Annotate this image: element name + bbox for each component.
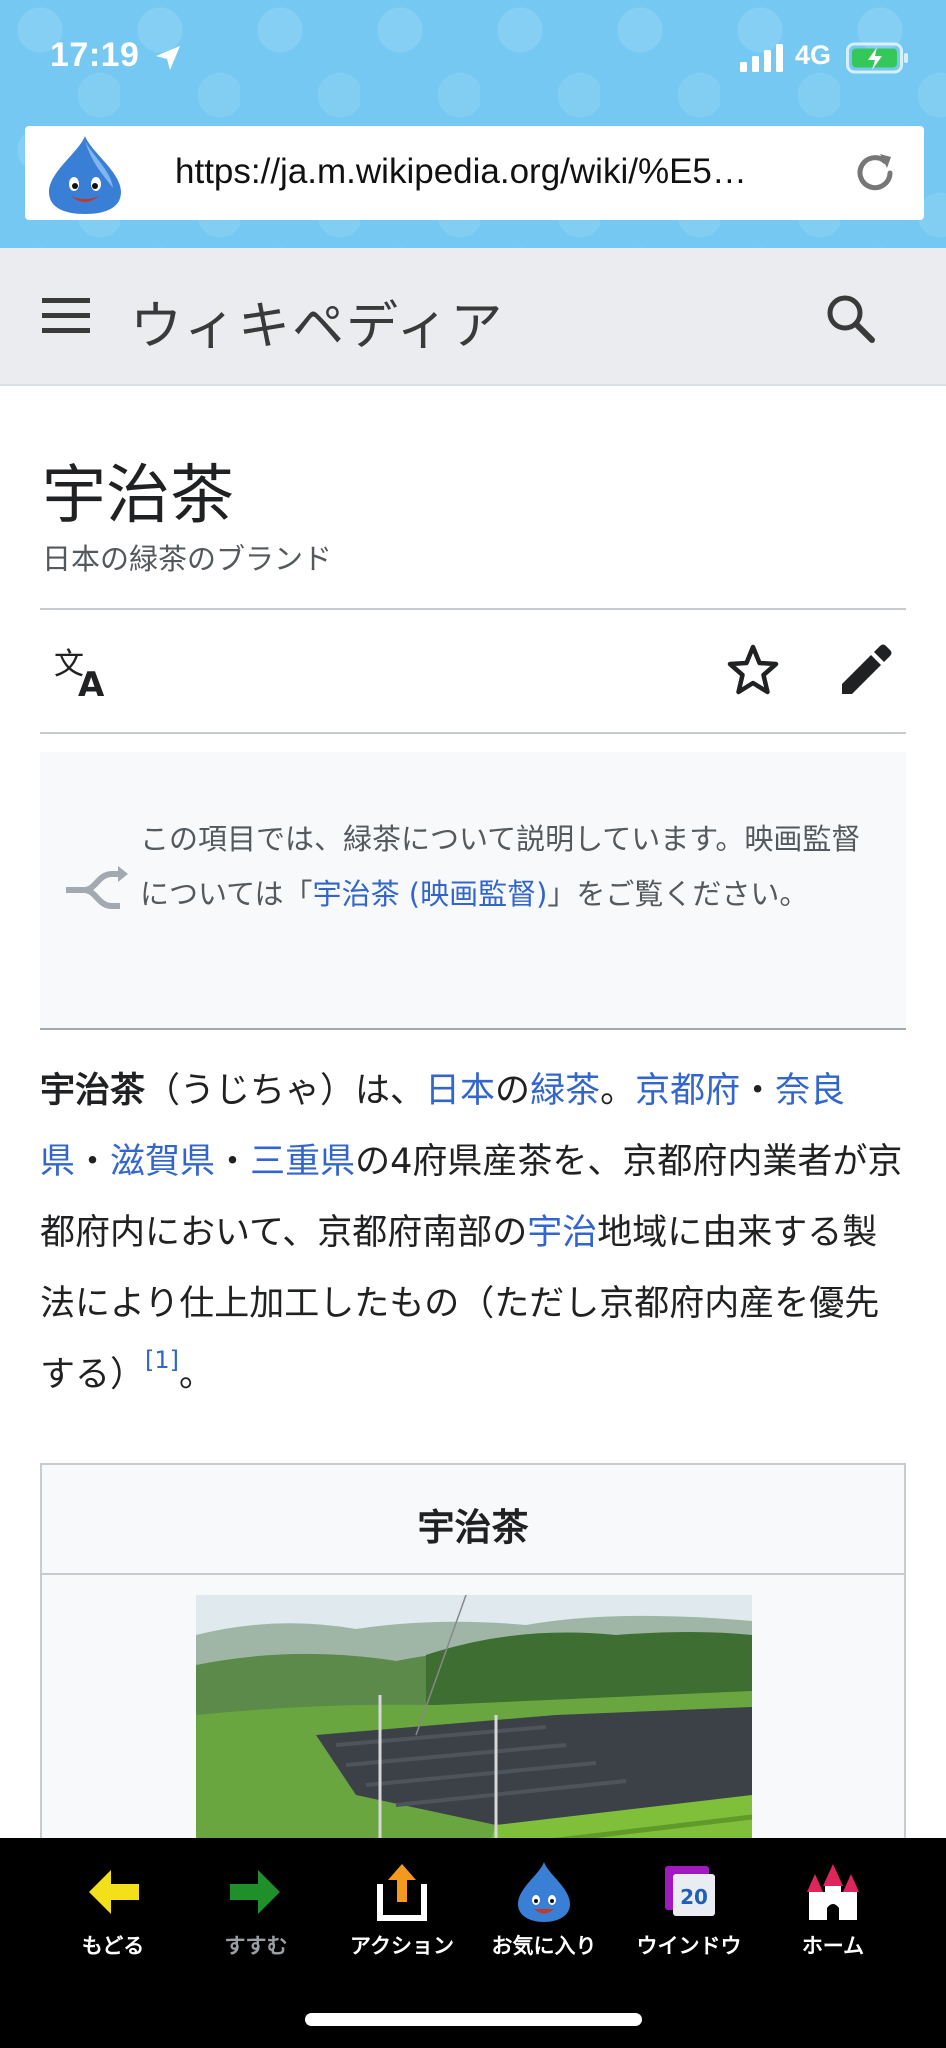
lead-text: 。 — [179, 1355, 215, 1395]
slime-favorites-icon — [518, 1862, 570, 1922]
wikipedia-logo[interactable]: ウィキペディア — [130, 284, 504, 359]
wiki-header: ウィキペディア — [0, 248, 946, 386]
divider — [40, 608, 906, 610]
browser-top-chrome: 17:19 4G https://ja.m.wikipedia.org/wiki… — [0, 0, 946, 248]
link-shiga[interactable]: 滋賀県 — [110, 1142, 215, 1182]
page-title: 宇治茶 — [42, 459, 234, 533]
windows-icon: 20 — [665, 1866, 715, 1916]
home-button[interactable]: ホーム — [763, 1860, 903, 1980]
favorites-button[interactable]: お気に入り — [474, 1860, 614, 1980]
castle-home-icon — [807, 1864, 859, 1920]
page-subtitle: 日本の緑茶のブランド — [42, 542, 333, 576]
watch-star-icon[interactable] — [724, 642, 782, 700]
status-bar: 17:19 4G — [0, 0, 946, 120]
lead-text: ・ — [740, 1071, 776, 1111]
signal-strength-icon — [740, 44, 783, 72]
battery-charging-icon — [846, 42, 908, 74]
url-text[interactable]: https://ja.m.wikipedia.org/wiki/%E5… — [175, 152, 845, 192]
lead-text: ・ — [75, 1142, 111, 1182]
search-icon[interactable] — [822, 290, 878, 346]
hatnote-text: この項目では、緑茶について説明しています。映画監督については「宇治茶 (映画監督… — [140, 812, 880, 922]
edit-pencil-icon[interactable] — [836, 642, 894, 700]
home-indicator[interactable] — [305, 2013, 642, 2026]
forward-button[interactable]: すすむ — [186, 1860, 326, 1980]
hatnote-link[interactable]: 宇治茶 (映画監督) — [313, 877, 548, 911]
network-type: 4G — [795, 40, 832, 70]
lead-paragraph: 宇治茶（うじちゃ）は、日本の緑茶。京都府・奈良県・滋賀県・三重県の4府県産茶を、… — [40, 1056, 910, 1411]
action-button[interactable]: アクション — [332, 1860, 472, 1980]
slime-bookmark-icon[interactable] — [41, 132, 129, 216]
language-icon[interactable]: 文 A — [52, 644, 112, 700]
link-ryokucha[interactable]: 緑茶 — [530, 1071, 600, 1111]
home-label: ホーム — [801, 1934, 865, 1958]
lead-bold-term: 宇治茶 — [40, 1071, 146, 1111]
share-icon — [377, 1864, 427, 1921]
lead-text: （うじちゃ）は、 — [145, 1071, 426, 1111]
lead-text: の — [495, 1071, 531, 1111]
svg-text:A: A — [78, 665, 105, 700]
link-kyoto[interactable]: 京都府 — [635, 1071, 740, 1111]
forward-label: すすむ — [224, 1934, 288, 1958]
disambiguation-icon — [66, 866, 128, 909]
disambiguation-hatnote: この項目では、緑茶について説明しています。映画監督については「宇治茶 (映画監督… — [40, 752, 906, 1030]
hamburger-menu-icon[interactable] — [40, 292, 92, 340]
reload-icon[interactable] — [850, 148, 900, 198]
link-uji[interactable]: 宇治 — [527, 1213, 597, 1253]
lead-text: 。 — [600, 1071, 636, 1111]
windows-button[interactable]: 20 ウインドウ — [619, 1860, 759, 1980]
action-label: アクション — [350, 1934, 454, 1958]
window-count: 20 — [680, 1885, 708, 1909]
status-time: 17:19 — [50, 36, 140, 74]
infobox-title: 宇治茶 — [42, 1465, 904, 1575]
forward-arrow-icon — [230, 1870, 280, 1914]
back-button[interactable]: もどる — [43, 1860, 183, 1980]
back-label: もどる — [81, 1934, 145, 1958]
lead-text: ・ — [215, 1142, 251, 1182]
location-arrow-icon — [156, 46, 180, 70]
hatnote-suffix: 」をご覧ください。 — [547, 877, 809, 911]
divider — [40, 732, 906, 734]
address-bar[interactable]: https://ja.m.wikipedia.org/wiki/%E5… — [25, 126, 924, 220]
link-mie[interactable]: 三重県 — [250, 1142, 355, 1182]
reference-link[interactable]: [1] — [145, 1346, 179, 1374]
back-arrow-icon — [89, 1870, 139, 1914]
link-nihon[interactable]: 日本 — [425, 1071, 495, 1111]
windows-label: ウインドウ — [636, 1934, 742, 1958]
favorites-label: お気に入り — [491, 1934, 597, 1958]
